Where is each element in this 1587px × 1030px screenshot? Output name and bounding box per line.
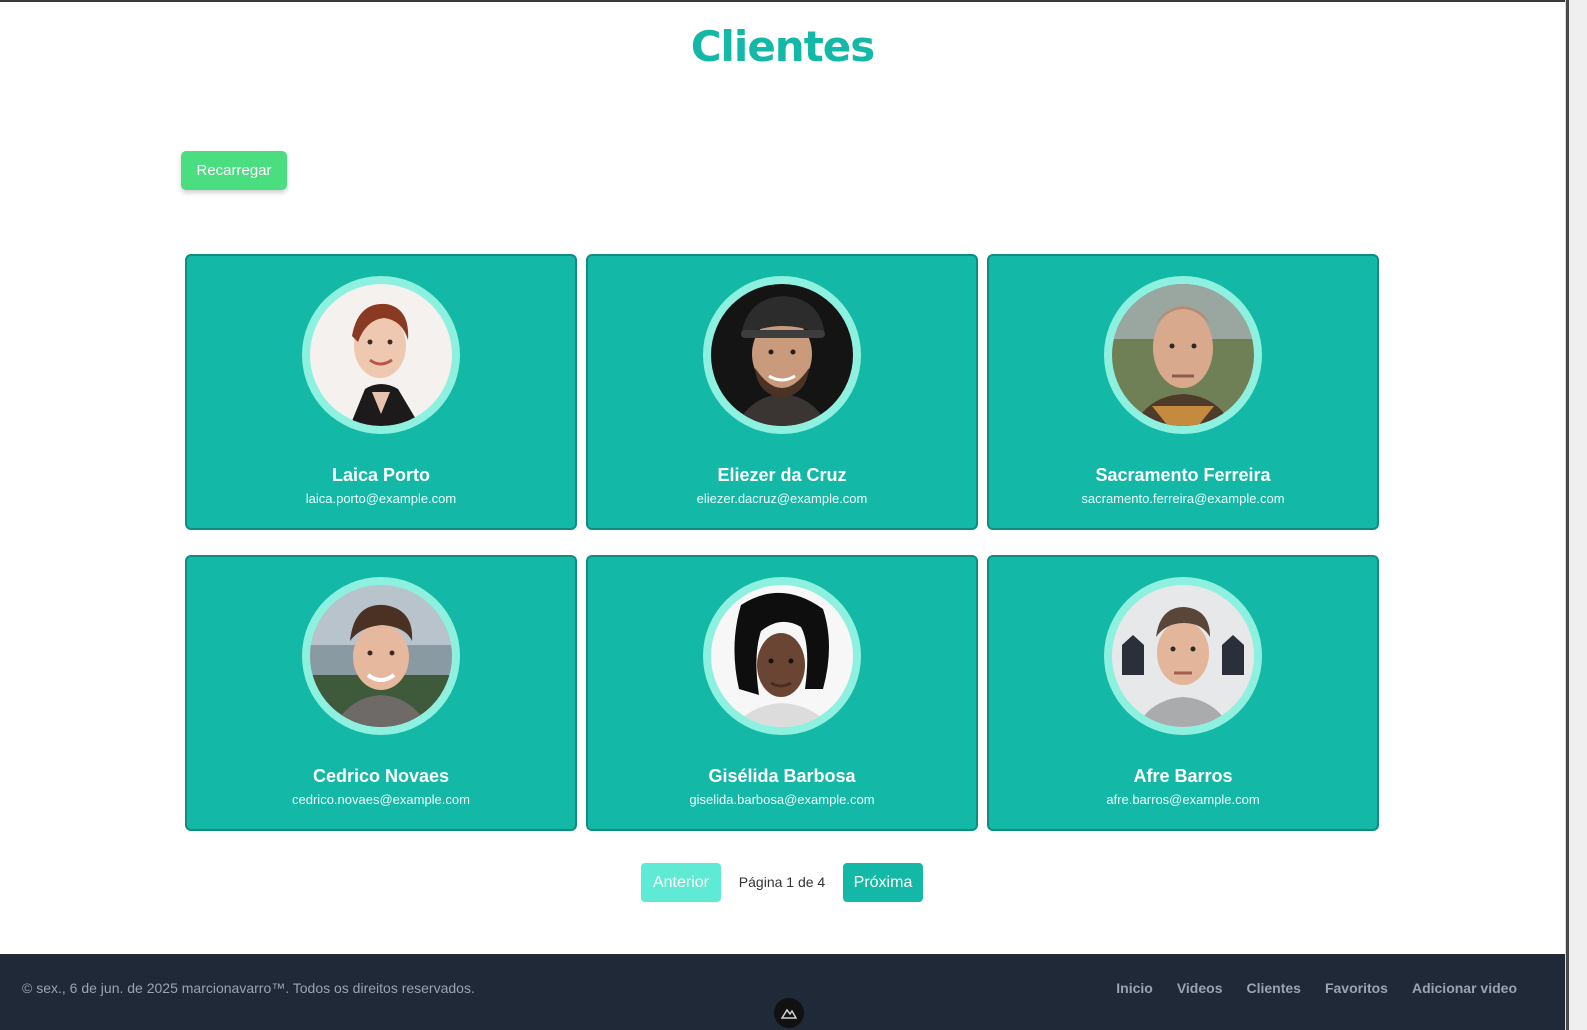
page: Clientes Recarregar Laica Porto laica.po… [0, 0, 1565, 1030]
client-name: Eliezer da Cruz [717, 465, 847, 485]
client-photo [711, 585, 853, 727]
client-card[interactable]: Gisélida Barbosa giselida.barbosa@exampl… [586, 555, 978, 831]
pagination: Anterior Página 1 de 4 Próxima [0, 863, 1565, 902]
logo-icon[interactable] [774, 998, 804, 1028]
avatar [703, 276, 861, 434]
client-name: Gisélida Barbosa [708, 766, 856, 786]
page-title: Clientes [690, 22, 876, 71]
client-photo [711, 284, 853, 426]
client-grid: Laica Porto laica.porto@example.com Elie… [185, 254, 1379, 831]
client-email: laica.porto@example.com [305, 491, 457, 506]
client-card[interactable]: Afre Barros afre.barros@example.com [987, 555, 1379, 831]
page-indicator: Página 1 de 4 [738, 874, 826, 890]
avatar [1104, 577, 1262, 735]
footer-link-adicionar-video[interactable]: Adicionar video [1412, 980, 1517, 996]
footer-link-videos[interactable]: Videos [1177, 980, 1223, 996]
footer-link-clientes[interactable]: Clientes [1246, 980, 1300, 996]
client-email: eliezer.dacruz@example.com [696, 491, 868, 506]
footer: © sex., 6 de jun. de 2025 marcionavarro™… [0, 954, 1565, 1030]
footer-link-favoritos[interactable]: Favoritos [1325, 980, 1388, 996]
client-email: cedrico.novaes@example.com [292, 792, 470, 807]
previous-page-button[interactable]: Anterior [641, 863, 721, 902]
client-email: afre.barros@example.com [1106, 792, 1260, 807]
reload-button[interactable]: Recarregar [181, 151, 287, 190]
client-card[interactable]: Cedrico Novaes cedrico.novaes@example.co… [185, 555, 577, 831]
avatar [302, 577, 460, 735]
client-photo [310, 585, 452, 727]
client-card[interactable]: Sacramento Ferreira sacramento.ferreira@… [987, 254, 1379, 530]
client-name: Afre Barros [1133, 766, 1233, 786]
avatar [302, 276, 460, 434]
client-name: Laica Porto [331, 465, 431, 485]
client-photo [310, 284, 452, 426]
client-email: giselida.barbosa@example.com [689, 792, 875, 807]
client-photo [1112, 284, 1254, 426]
client-name: Cedrico Novaes [312, 766, 450, 786]
client-email: sacramento.ferreira@example.com [1081, 491, 1285, 506]
client-card[interactable]: Eliezer da Cruz eliezer.dacruz@example.c… [586, 254, 978, 530]
avatar [703, 577, 861, 735]
avatar [1104, 276, 1262, 434]
footer-copyright: © sex., 6 de jun. de 2025 marcionavarro™… [22, 980, 475, 996]
footer-nav: Inicio Videos Clientes Favoritos Adicion… [1116, 980, 1517, 996]
client-photo [1112, 585, 1254, 727]
footer-link-inicio[interactable]: Inicio [1116, 980, 1153, 996]
scrollbar[interactable] [1565, 0, 1587, 1030]
next-page-button[interactable]: Próxima [843, 863, 923, 902]
client-name: Sacramento Ferreira [1095, 465, 1271, 485]
client-card[interactable]: Laica Porto laica.porto@example.com [185, 254, 577, 530]
